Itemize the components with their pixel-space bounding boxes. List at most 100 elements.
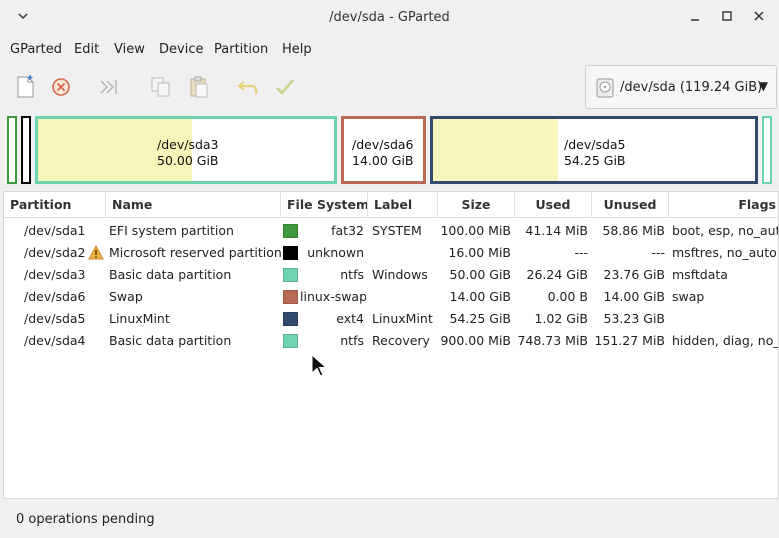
table-row[interactable]: /dev/sda6 Swap linux-swap 14.00 GiB 0.00 B 14…	[4, 286, 778, 308]
maximize-icon[interactable]	[716, 8, 738, 28]
map-block-sda6[interactable]: /dev/sda6 14.00 GiB	[341, 116, 426, 184]
cell-partition: /dev/sda2	[24, 245, 86, 260]
paste-icon[interactable]	[186, 74, 212, 100]
cell-partition: /dev/sda3	[24, 267, 86, 282]
cell-filesystem: ntfs	[340, 333, 364, 348]
cell-unused: 23.76 GiB	[603, 267, 666, 282]
menu-help[interactable]: Help	[282, 42, 312, 57]
cell-flags: hidden, diag, no_a	[672, 333, 778, 348]
map-block-sda3[interactable]: /dev/sda3 50.00 GiB	[35, 116, 337, 184]
table-row[interactable]: /dev/sda1 EFI system partition fat32 SYSTEM…	[4, 220, 778, 242]
apply-check-icon[interactable]	[272, 74, 298, 100]
minimize-icon[interactable]	[684, 8, 706, 28]
table-header: Partition Name File System Label Size Us…	[4, 192, 778, 218]
cell-used: ---	[574, 245, 588, 260]
cell-label: Windows	[372, 267, 428, 282]
col-size[interactable]: Size	[438, 192, 515, 218]
menu-gparted[interactable]: GParted	[10, 42, 62, 57]
delete-circle-icon[interactable]	[48, 74, 74, 100]
col-used[interactable]: Used	[515, 192, 592, 218]
cell-size: 900.00 MiB	[440, 333, 511, 348]
menu-bar: GParted Edit View Device Partition Help	[0, 38, 779, 62]
table-row[interactable]: /dev/sda5 LinuxMint ext4 LinuxMint 54.25 GiB…	[4, 308, 778, 330]
map-sda3-text: /dev/sda3 50.00 GiB	[157, 137, 219, 169]
cell-partition: /dev/sda4	[24, 333, 86, 348]
map-block-sda2[interactable]	[21, 116, 31, 184]
filesystem-color-swatch	[283, 334, 298, 348]
map-sda6-text: /dev/sda6 14.00 GiB	[352, 137, 414, 169]
menu-device[interactable]: Device	[159, 42, 203, 57]
menu-partition[interactable]: Partition	[214, 42, 268, 57]
device-selector[interactable]: /dev/sda (119.24 GiB) ▼	[585, 65, 777, 109]
cell-name: Basic data partition	[109, 333, 232, 348]
partition-map: /dev/sda3 50.00 GiB /dev/sda6 14.00 GiB …	[0, 114, 779, 188]
filesystem-color-swatch	[283, 224, 298, 238]
partition-table: Partition Name File System Label Size Us…	[3, 191, 779, 499]
cell-name: Swap	[109, 289, 143, 304]
filesystem-color-swatch	[283, 290, 298, 304]
cell-name: LinuxMint	[109, 311, 170, 326]
map-sda3-size: 50.00 GiB	[157, 153, 219, 168]
map-sda5-size: 54.25 GiB	[564, 153, 626, 168]
cell-flags: boot, esp, no_auto	[672, 223, 778, 238]
cell-filesystem: fat32	[331, 223, 364, 238]
menu-edit[interactable]: Edit	[74, 42, 99, 57]
mouse-cursor-icon	[311, 354, 328, 377]
map-sda6-size: 14.00 GiB	[352, 153, 414, 168]
cell-filesystem: ntfs	[340, 267, 364, 282]
cell-name: Basic data partition	[109, 267, 232, 282]
cell-unused: 151.27 MiB	[594, 333, 665, 348]
cell-size: 54.25 GiB	[449, 311, 512, 326]
map-block-sda1[interactable]	[7, 116, 17, 184]
cell-flags: msftres, no_auto	[672, 245, 777, 260]
col-unused[interactable]: Unused	[592, 192, 669, 218]
cell-used: 26.24 GiB	[526, 267, 589, 282]
col-flags[interactable]: Flags	[669, 192, 778, 218]
col-name[interactable]: Name	[106, 192, 281, 218]
cell-name: EFI system partition	[109, 223, 234, 238]
table-row[interactable]: /dev/sda2 Microsoft reserved partition unk…	[4, 242, 778, 264]
filesystem-color-swatch	[283, 268, 298, 282]
cell-filesystem: unknown	[307, 245, 364, 260]
disk-icon	[596, 78, 614, 98]
cell-unused: ---	[651, 245, 665, 260]
map-sda5-name: /dev/sda5	[564, 137, 626, 152]
cell-filesystem: linux-swap	[300, 289, 366, 304]
status-bar: 0 operations pending	[0, 504, 779, 538]
map-sda6-name: /dev/sda6	[352, 137, 414, 152]
resize-move-icon[interactable]	[96, 74, 122, 100]
cell-size: 14.00 GiB	[449, 289, 512, 304]
map-block-sda4[interactable]	[762, 116, 772, 184]
close-icon[interactable]	[748, 8, 770, 28]
menu-view[interactable]: View	[114, 42, 145, 57]
cell-size: 50.00 GiB	[449, 267, 512, 282]
new-document-icon[interactable]	[13, 74, 39, 100]
col-partition[interactable]: Partition	[4, 192, 106, 218]
cell-label: LinuxMint	[372, 311, 433, 326]
cell-used: 748.73 MiB	[517, 333, 588, 348]
cell-label	[372, 242, 438, 264]
cell-flags: msftdata	[672, 267, 728, 282]
map-block-sda5[interactable]: /dev/sda5 54.25 GiB	[430, 116, 758, 184]
copy-icon[interactable]	[148, 74, 174, 100]
filesystem-color-swatch	[283, 312, 298, 326]
table-row[interactable]: /dev/sda3 Basic data partition ntfs Windows…	[4, 264, 778, 286]
col-filesystem[interactable]: File System	[281, 192, 368, 218]
col-label[interactable]: Label	[368, 192, 438, 218]
cell-unused: 58.86 MiB	[602, 223, 665, 238]
device-label: /dev/sda (119.24 GiB)	[620, 80, 763, 95]
dropdown-arrow-icon: ▼	[758, 79, 768, 93]
cell-partition: /dev/sda1	[24, 223, 86, 238]
cell-size: 16.00 MiB	[448, 245, 511, 260]
gparted-window: /dev/sda - GParted GParted Edit View Dev…	[0, 0, 779, 538]
cell-size: 100.00 MiB	[440, 223, 511, 238]
undo-icon[interactable]	[235, 74, 261, 100]
title-bar: /dev/sda - GParted	[0, 0, 779, 36]
cell-name: Microsoft reserved partition	[109, 245, 281, 260]
cell-label: SYSTEM	[372, 223, 422, 238]
cell-flags	[672, 308, 778, 330]
table-row[interactable]: /dev/sda4 Basic data partition ntfs Recover…	[4, 330, 778, 352]
cell-partition: /dev/sda6	[24, 289, 86, 304]
map-sda5-text: /dev/sda5 54.25 GiB	[564, 137, 626, 169]
cell-label	[372, 286, 438, 308]
